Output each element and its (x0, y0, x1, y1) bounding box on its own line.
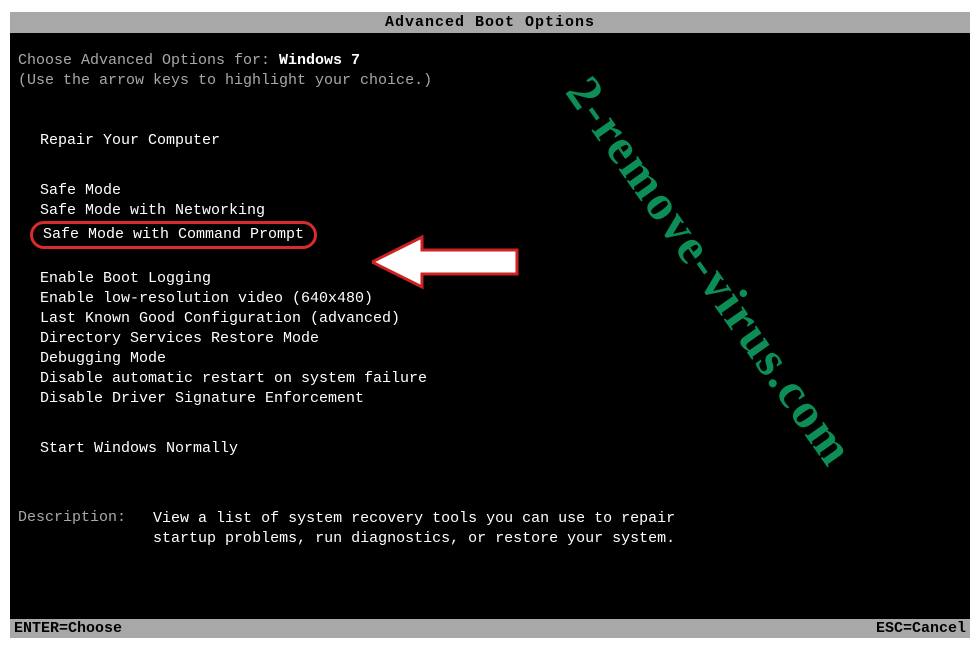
title-text: Advanced Boot Options (385, 14, 595, 31)
boot-screen: Advanced Boot Options Choose Advanced Op… (10, 12, 970, 638)
hint-line: (Use the arrow keys to highlight your ch… (18, 71, 962, 91)
option-boot-logging[interactable]: Enable Boot Logging (40, 269, 962, 289)
description-block: Description: View a list of system recov… (18, 509, 962, 549)
option-low-res[interactable]: Enable low-resolution video (640x480) (40, 289, 962, 309)
option-lkgc[interactable]: Last Known Good Configuration (advanced) (40, 309, 962, 329)
title-bar: Advanced Boot Options (10, 12, 970, 33)
option-debug[interactable]: Debugging Mode (40, 349, 962, 369)
footer-bar: ENTER=Choose ESC=Cancel (10, 619, 970, 638)
option-safe-mode-cmd[interactable]: Safe Mode with Command Prompt (40, 221, 962, 249)
description-label: Description: (18, 509, 126, 526)
option-start-normally[interactable]: Start Windows Normally (40, 439, 962, 459)
footer-enter: ENTER=Choose (14, 620, 122, 637)
option-dsrm[interactable]: Directory Services Restore Mode (40, 329, 962, 349)
option-no-restart[interactable]: Disable automatic restart on system fail… (40, 369, 962, 389)
option-no-sig[interactable]: Disable Driver Signature Enforcement (40, 389, 962, 409)
highlighted-option[interactable]: Safe Mode with Command Prompt (30, 221, 317, 249)
option-safe-mode-networking[interactable]: Safe Mode with Networking (40, 201, 962, 221)
choose-line: Choose Advanced Options for: Windows 7 (18, 51, 962, 71)
option-safe-mode[interactable]: Safe Mode (40, 181, 962, 201)
description-text: View a list of system recovery tools you… (153, 509, 683, 549)
footer-esc: ESC=Cancel (876, 620, 966, 637)
content-area: Choose Advanced Options for: Windows 7 (… (10, 33, 970, 549)
os-name: Windows 7 (279, 52, 360, 69)
options-list[interactable]: Repair Your Computer Safe Mode Safe Mode… (40, 131, 962, 459)
option-repair[interactable]: Repair Your Computer (40, 131, 962, 151)
